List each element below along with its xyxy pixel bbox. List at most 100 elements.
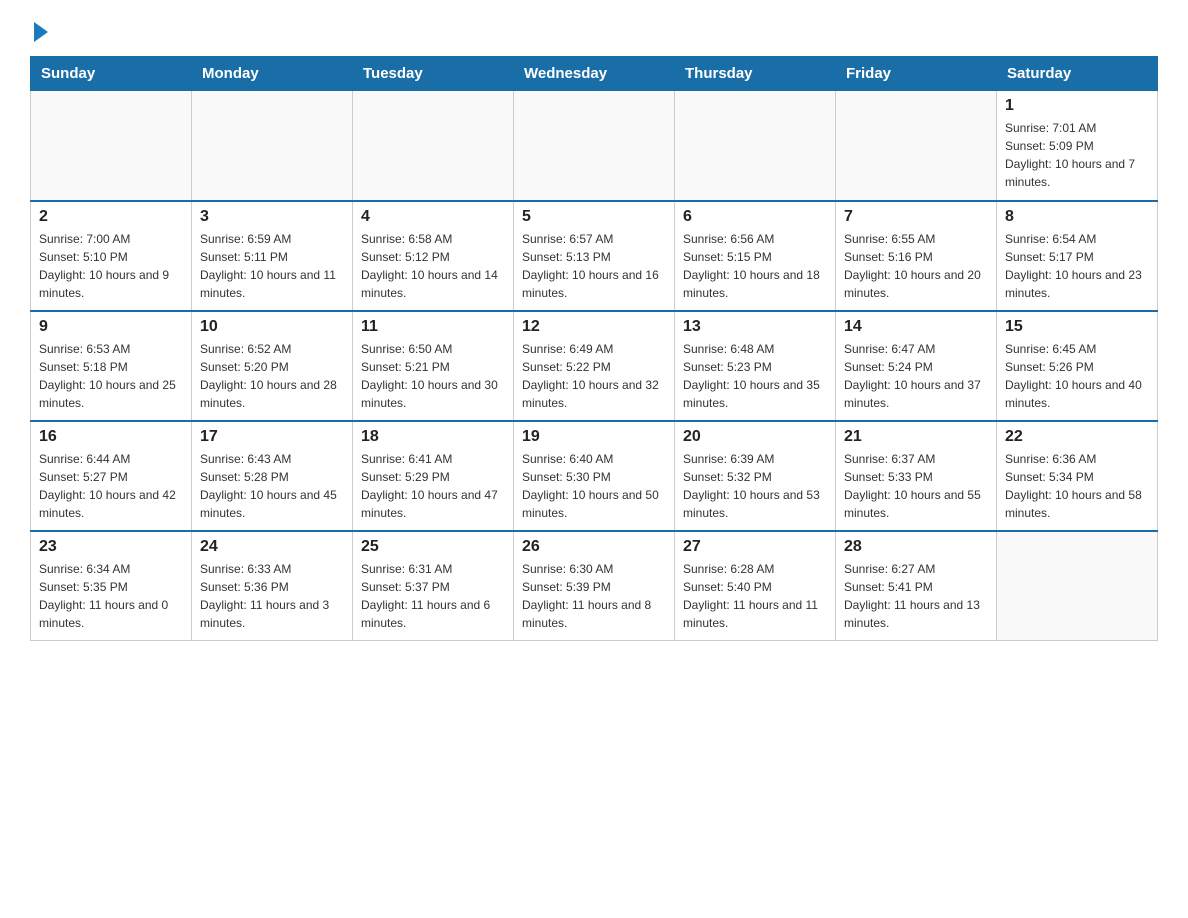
day-number: 14 bbox=[844, 318, 988, 336]
calendar-cell: 25 Sunrise: 6:31 AMSunset: 5:37 PMDayligh… bbox=[353, 531, 514, 641]
weekday-header-tuesday: Tuesday bbox=[353, 57, 514, 91]
day-number: 24 bbox=[200, 538, 344, 556]
calendar-week-2: 2 Sunrise: 7:00 AMSunset: 5:10 PMDaylight… bbox=[31, 201, 1158, 311]
calendar-cell: 27 Sunrise: 6:28 AMSunset: 5:40 PMDayligh… bbox=[675, 531, 836, 641]
day-number: 22 bbox=[1005, 428, 1149, 446]
weekday-header-wednesday: Wednesday bbox=[514, 57, 675, 91]
calendar-week-3: 9 Sunrise: 6:53 AMSunset: 5:18 PMDaylight… bbox=[31, 311, 1158, 421]
calendar-cell: 13 Sunrise: 6:48 AMSunset: 5:23 PMDayligh… bbox=[675, 311, 836, 421]
calendar-cell bbox=[836, 91, 997, 201]
calendar-cell: 8 Sunrise: 6:54 AMSunset: 5:17 PMDaylight… bbox=[997, 201, 1158, 311]
calendar-cell: 2 Sunrise: 7:00 AMSunset: 5:10 PMDaylight… bbox=[31, 201, 192, 311]
day-number: 1 bbox=[1005, 97, 1149, 115]
logo-arrow-icon bbox=[34, 22, 48, 42]
day-number: 19 bbox=[522, 428, 666, 446]
day-number: 21 bbox=[844, 428, 988, 446]
page-header bbox=[30, 20, 1158, 38]
day-number: 18 bbox=[361, 428, 505, 446]
calendar-cell: 6 Sunrise: 6:56 AMSunset: 5:15 PMDaylight… bbox=[675, 201, 836, 311]
calendar-cell bbox=[353, 91, 514, 201]
day-number: 12 bbox=[522, 318, 666, 336]
day-number: 23 bbox=[39, 538, 183, 556]
calendar-cell: 5 Sunrise: 6:57 AMSunset: 5:13 PMDaylight… bbox=[514, 201, 675, 311]
calendar-cell: 19 Sunrise: 6:40 AMSunset: 5:30 PMDayligh… bbox=[514, 421, 675, 531]
day-info: Sunrise: 6:48 AMSunset: 5:23 PMDaylight:… bbox=[683, 340, 827, 412]
day-info: Sunrise: 6:52 AMSunset: 5:20 PMDaylight:… bbox=[200, 340, 344, 412]
day-number: 10 bbox=[200, 318, 344, 336]
day-number: 5 bbox=[522, 208, 666, 226]
weekday-header-friday: Friday bbox=[836, 57, 997, 91]
day-info: Sunrise: 6:45 AMSunset: 5:26 PMDaylight:… bbox=[1005, 340, 1149, 412]
day-info: Sunrise: 6:49 AMSunset: 5:22 PMDaylight:… bbox=[522, 340, 666, 412]
day-info: Sunrise: 6:54 AMSunset: 5:17 PMDaylight:… bbox=[1005, 230, 1149, 302]
day-number: 9 bbox=[39, 318, 183, 336]
calendar-week-4: 16 Sunrise: 6:44 AMSunset: 5:27 PMDayligh… bbox=[31, 421, 1158, 531]
day-info: Sunrise: 6:43 AMSunset: 5:28 PMDaylight:… bbox=[200, 450, 344, 522]
weekday-header-monday: Monday bbox=[192, 57, 353, 91]
day-info: Sunrise: 6:27 AMSunset: 5:41 PMDaylight:… bbox=[844, 560, 988, 632]
calendar-cell: 9 Sunrise: 6:53 AMSunset: 5:18 PMDaylight… bbox=[31, 311, 192, 421]
day-info: Sunrise: 6:56 AMSunset: 5:15 PMDaylight:… bbox=[683, 230, 827, 302]
day-number: 7 bbox=[844, 208, 988, 226]
day-info: Sunrise: 6:30 AMSunset: 5:39 PMDaylight:… bbox=[522, 560, 666, 632]
day-info: Sunrise: 6:58 AMSunset: 5:12 PMDaylight:… bbox=[361, 230, 505, 302]
day-number: 13 bbox=[683, 318, 827, 336]
logo bbox=[30, 20, 48, 38]
day-number: 6 bbox=[683, 208, 827, 226]
day-number: 2 bbox=[39, 208, 183, 226]
day-number: 8 bbox=[1005, 208, 1149, 226]
calendar-table: SundayMondayTuesdayWednesdayThursdayFrid… bbox=[30, 56, 1158, 641]
day-number: 4 bbox=[361, 208, 505, 226]
day-info: Sunrise: 6:39 AMSunset: 5:32 PMDaylight:… bbox=[683, 450, 827, 522]
day-info: Sunrise: 6:44 AMSunset: 5:27 PMDaylight:… bbox=[39, 450, 183, 522]
day-info: Sunrise: 7:01 AMSunset: 5:09 PMDaylight:… bbox=[1005, 119, 1149, 191]
calendar-cell bbox=[997, 531, 1158, 641]
day-info: Sunrise: 6:50 AMSunset: 5:21 PMDaylight:… bbox=[361, 340, 505, 412]
calendar-cell: 12 Sunrise: 6:49 AMSunset: 5:22 PMDayligh… bbox=[514, 311, 675, 421]
calendar-cell: 3Sunrise: 6:59 AMSunset: 5:11 PMDaylight… bbox=[192, 201, 353, 311]
day-info: Sunrise: 6:36 AMSunset: 5:34 PMDaylight:… bbox=[1005, 450, 1149, 522]
day-number: 25 bbox=[361, 538, 505, 556]
day-info: Sunrise: 6:34 AMSunset: 5:35 PMDaylight:… bbox=[39, 560, 183, 632]
weekday-header-thursday: Thursday bbox=[675, 57, 836, 91]
day-number: 15 bbox=[1005, 318, 1149, 336]
day-number: 20 bbox=[683, 428, 827, 446]
day-info: Sunrise: 6:41 AMSunset: 5:29 PMDaylight:… bbox=[361, 450, 505, 522]
day-number: 3 bbox=[200, 208, 344, 226]
calendar-cell: 14 Sunrise: 6:47 AMSunset: 5:24 PMDayligh… bbox=[836, 311, 997, 421]
day-info: Sunrise: 6:31 AMSunset: 5:37 PMDaylight:… bbox=[361, 560, 505, 632]
calendar-cell: 23 Sunrise: 6:34 AMSunset: 5:35 PMDayligh… bbox=[31, 531, 192, 641]
day-number: 17 bbox=[200, 428, 344, 446]
day-info: Sunrise: 6:40 AMSunset: 5:30 PMDaylight:… bbox=[522, 450, 666, 522]
calendar-cell: 7Sunrise: 6:55 AMSunset: 5:16 PMDaylight… bbox=[836, 201, 997, 311]
day-number: 16 bbox=[39, 428, 183, 446]
calendar-cell: 1 Sunrise: 7:01 AMSunset: 5:09 PMDaylight… bbox=[997, 91, 1158, 201]
day-number: 27 bbox=[683, 538, 827, 556]
day-info: Sunrise: 7:00 AMSunset: 5:10 PMDaylight:… bbox=[39, 230, 183, 302]
calendar-cell: 28 Sunrise: 6:27 AMSunset: 5:41 PMDayligh… bbox=[836, 531, 997, 641]
day-info: Sunrise: 6:53 AMSunset: 5:18 PMDaylight:… bbox=[39, 340, 183, 412]
day-info: Sunrise: 6:28 AMSunset: 5:40 PMDaylight:… bbox=[683, 560, 827, 632]
day-number: 26 bbox=[522, 538, 666, 556]
calendar-cell: 26 Sunrise: 6:30 AMSunset: 5:39 PMDayligh… bbox=[514, 531, 675, 641]
calendar-cell: 4 Sunrise: 6:58 AMSunset: 5:12 PMDaylight… bbox=[353, 201, 514, 311]
calendar-cell: 21 Sunrise: 6:37 AMSunset: 5:33 PMDayligh… bbox=[836, 421, 997, 531]
day-info: Sunrise: 6:37 AMSunset: 5:33 PMDaylight:… bbox=[844, 450, 988, 522]
calendar-cell: 10 Sunrise: 6:52 AMSunset: 5:20 PMDayligh… bbox=[192, 311, 353, 421]
calendar-cell bbox=[675, 91, 836, 201]
day-number: 28 bbox=[844, 538, 988, 556]
day-info: Sunrise: 6:47 AMSunset: 5:24 PMDaylight:… bbox=[844, 340, 988, 412]
calendar-cell: 24Sunrise: 6:33 AMSunset: 5:36 PMDayligh… bbox=[192, 531, 353, 641]
weekday-header-saturday: Saturday bbox=[997, 57, 1158, 91]
calendar-cell: 18 Sunrise: 6:41 AMSunset: 5:29 PMDayligh… bbox=[353, 421, 514, 531]
calendar-cell bbox=[31, 91, 192, 201]
calendar-cell: 11Sunrise: 6:50 AMSunset: 5:21 PMDayligh… bbox=[353, 311, 514, 421]
calendar-cell: 20 Sunrise: 6:39 AMSunset: 5:32 PMDayligh… bbox=[675, 421, 836, 531]
calendar-cell: 15 Sunrise: 6:45 AMSunset: 5:26 PMDayligh… bbox=[997, 311, 1158, 421]
day-info: Sunrise: 6:57 AMSunset: 5:13 PMDaylight:… bbox=[522, 230, 666, 302]
calendar-cell: 16 Sunrise: 6:44 AMSunset: 5:27 PMDayligh… bbox=[31, 421, 192, 531]
calendar-week-1: 1 Sunrise: 7:01 AMSunset: 5:09 PMDaylight… bbox=[31, 91, 1158, 201]
calendar-cell bbox=[192, 91, 353, 201]
weekday-header-sunday: Sunday bbox=[31, 57, 192, 91]
calendar-week-5: 23 Sunrise: 6:34 AMSunset: 5:35 PMDayligh… bbox=[31, 531, 1158, 641]
